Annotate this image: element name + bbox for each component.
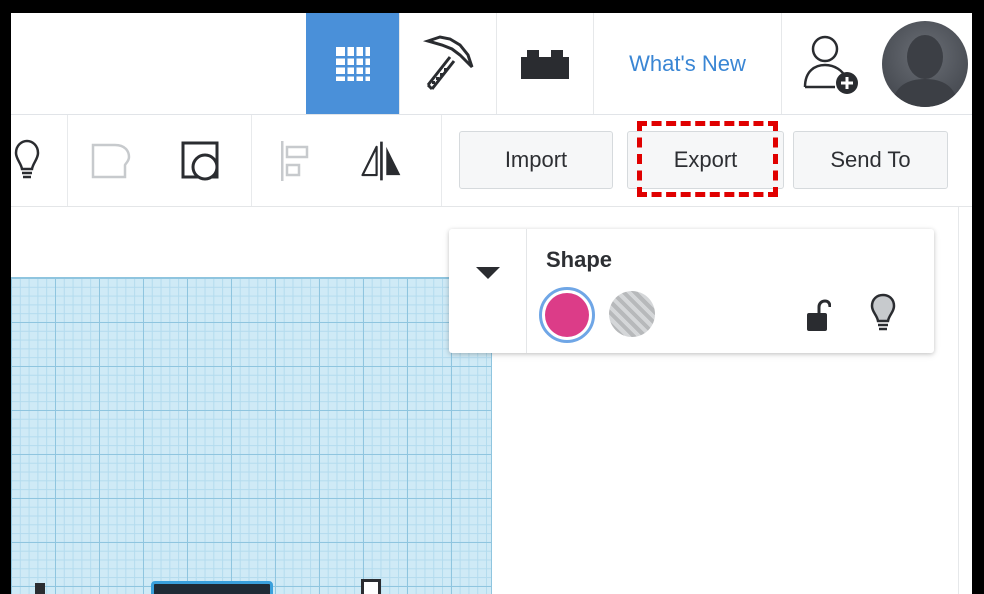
align-icon bbox=[281, 141, 309, 181]
workplane-object[interactable] bbox=[35, 583, 45, 594]
align-button[interactable] bbox=[273, 137, 317, 185]
panel-collapse-button[interactable] bbox=[449, 229, 527, 353]
send-to-button[interactable]: Send To bbox=[793, 131, 948, 189]
export-highlight-box bbox=[637, 121, 778, 197]
ungroup-icon bbox=[91, 143, 131, 179]
add-user-icon bbox=[803, 35, 858, 94]
shape-panel: Shape bbox=[449, 229, 934, 353]
group-button[interactable] bbox=[179, 137, 223, 185]
mirror-icon bbox=[361, 141, 401, 181]
panel-title: Shape bbox=[546, 247, 613, 272]
unlock-icon[interactable] bbox=[805, 299, 831, 333]
show-all-button[interactable] bbox=[11, 137, 49, 185]
brick-icon bbox=[521, 49, 569, 79]
blocks-view-button[interactable] bbox=[399, 13, 496, 114]
app-frame: What's New Import Export Send To Shape bbox=[11, 13, 972, 594]
import-button[interactable]: Import bbox=[459, 131, 613, 189]
pickaxe-icon bbox=[422, 34, 474, 90]
avatar-button[interactable] bbox=[877, 13, 972, 114]
grid-view-button[interactable] bbox=[306, 13, 399, 114]
visibility-bulb-icon[interactable] bbox=[869, 293, 897, 333]
toolbar: Import Export Send To bbox=[11, 115, 972, 207]
mirror-button[interactable] bbox=[359, 137, 403, 185]
workplane-grid[interactable] bbox=[11, 277, 492, 594]
solid-color-fill bbox=[545, 293, 589, 337]
solid-color-swatch[interactable] bbox=[539, 287, 595, 343]
panel-divider bbox=[958, 207, 959, 594]
group-icon bbox=[181, 141, 219, 181]
avatar-silhouette-icon bbox=[890, 34, 959, 107]
add-user-button[interactable] bbox=[781, 13, 877, 114]
lightbulb-icon bbox=[14, 139, 40, 179]
ungroup-button[interactable] bbox=[89, 137, 133, 185]
toolbar-divider bbox=[251, 115, 252, 206]
bricks-view-button[interactable] bbox=[496, 13, 593, 114]
user-avatar bbox=[881, 20, 968, 107]
hole-swatch[interactable] bbox=[609, 291, 655, 337]
toolbar-divider bbox=[67, 115, 68, 206]
whats-new-label: What's New bbox=[629, 50, 746, 76]
whats-new-link[interactable]: What's New bbox=[593, 13, 781, 114]
caret-down-icon bbox=[475, 267, 500, 279]
grid-icon bbox=[335, 46, 370, 81]
top-bar: What's New bbox=[11, 13, 972, 115]
workplane-object[interactable] bbox=[361, 579, 381, 594]
toolbar-divider bbox=[441, 115, 442, 206]
workplane-object[interactable] bbox=[151, 581, 273, 594]
